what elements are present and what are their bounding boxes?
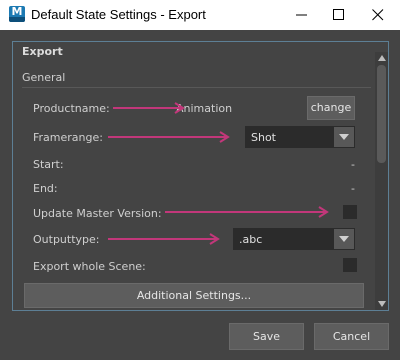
productname-label: Productname: bbox=[33, 102, 110, 115]
additional-settings-button[interactable]: Additional Settings... bbox=[24, 283, 364, 308]
scroll-up-button[interactable] bbox=[375, 52, 388, 64]
end-label: End: bbox=[33, 182, 58, 195]
window-title: Default State Settings - Export bbox=[31, 7, 206, 22]
close-icon bbox=[372, 9, 384, 21]
save-button[interactable]: Save bbox=[229, 323, 304, 350]
outputtype-dropdown[interactable]: .abc bbox=[233, 228, 355, 250]
annotation-arrow bbox=[113, 102, 185, 114]
minimize-icon bbox=[296, 14, 307, 16]
section-title-general: General bbox=[22, 71, 66, 84]
export-whole-scene-label: Export whole Scene: bbox=[33, 260, 146, 273]
change-productname-button[interactable]: change bbox=[307, 96, 355, 120]
update-master-version-label: Update Master Version: bbox=[33, 207, 162, 220]
close-button[interactable] bbox=[360, 0, 396, 30]
caret-up-icon bbox=[378, 55, 386, 61]
export-whole-scene-checkbox[interactable] bbox=[343, 258, 357, 272]
maya-icon: M bbox=[9, 5, 25, 22]
framerange-dropdown[interactable]: Shot bbox=[245, 126, 355, 148]
update-master-version-checkbox[interactable] bbox=[343, 205, 357, 219]
annotation-arrow bbox=[108, 233, 220, 245]
annotation-arrow bbox=[108, 131, 230, 143]
framerange-label: Framerange: bbox=[33, 131, 103, 144]
title-bar: M Default State Settings - Export bbox=[0, 0, 400, 30]
outputtype-selected: .abc bbox=[239, 233, 263, 246]
outputtype-label: Outputtype: bbox=[33, 233, 100, 246]
framerange-selected: Shot bbox=[251, 131, 276, 144]
maximize-button[interactable] bbox=[321, 0, 357, 30]
start-label: Start: bbox=[33, 158, 64, 171]
maximize-icon bbox=[333, 9, 344, 20]
section-divider bbox=[22, 87, 371, 88]
dialog-window: M Default State Settings - Export Export… bbox=[0, 0, 400, 360]
chevron-down-icon bbox=[334, 127, 354, 147]
vertical-scrollbar[interactable] bbox=[375, 52, 388, 310]
group-title: Export bbox=[22, 45, 63, 58]
cancel-button[interactable]: Cancel bbox=[314, 323, 389, 350]
end-value: - bbox=[351, 182, 355, 195]
chevron-down-icon bbox=[334, 229, 354, 249]
start-value: - bbox=[351, 158, 355, 171]
scroll-down-button[interactable] bbox=[375, 298, 388, 310]
export-group: Export General Productname: Animation ch… bbox=[12, 41, 389, 311]
minimize-button[interactable] bbox=[284, 0, 320, 30]
caret-down-icon bbox=[378, 301, 386, 307]
scrollbar-thumb[interactable] bbox=[377, 65, 386, 163]
annotation-arrow bbox=[165, 206, 329, 218]
